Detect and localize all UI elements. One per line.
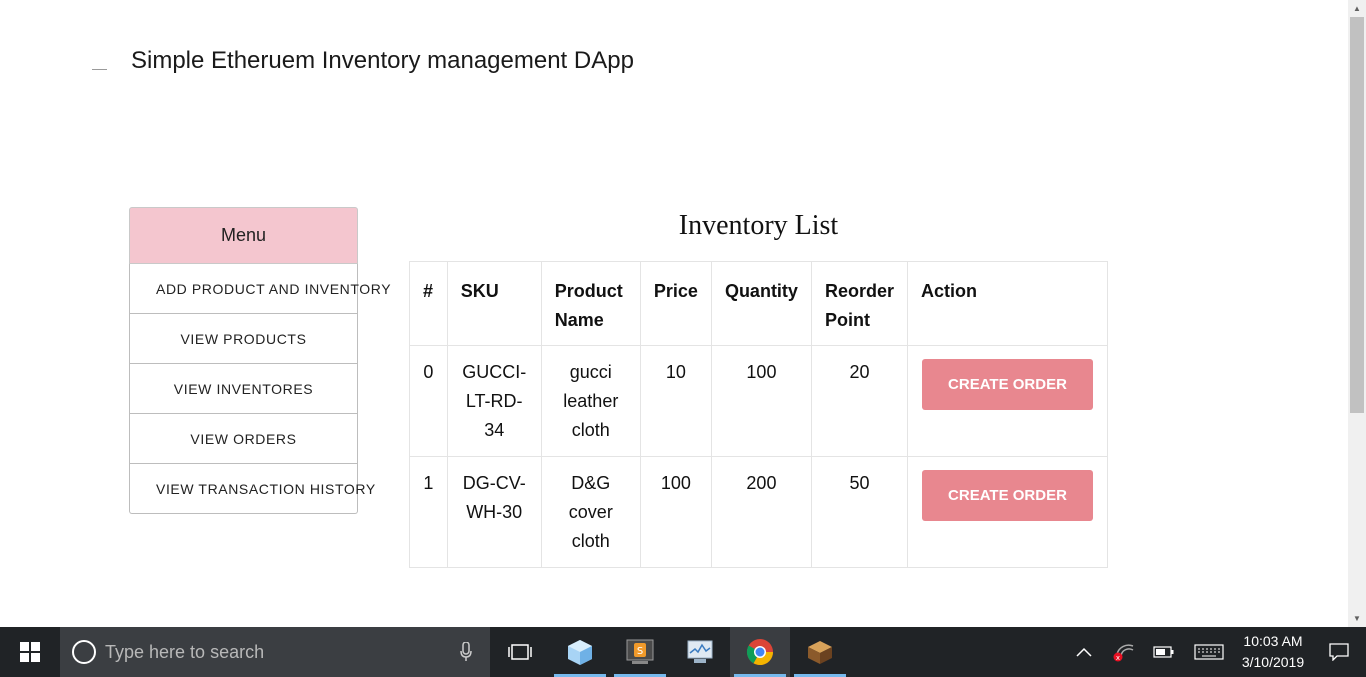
task-view-button[interactable] (490, 627, 550, 677)
cell-sku: GUCCI-LT-RD-34 (446, 345, 542, 457)
keyboard-icon (1194, 644, 1224, 660)
navbar-toggle-mark (92, 69, 107, 70)
cell-price: 10 (639, 345, 712, 457)
system-tray: x 10:03 AM 3/10/2019 (1064, 627, 1366, 677)
cell-reorder-point: 50 (810, 456, 908, 568)
column-header-index: # (409, 261, 448, 346)
taskbar-app-monitor[interactable] (670, 627, 730, 677)
sublime-text-icon: S (626, 639, 654, 664)
cell-sku: DG-CV-WH-30 (446, 456, 542, 568)
scroll-down-arrow-icon[interactable]: ▼ (1348, 610, 1366, 627)
cell-quantity: 100 (710, 345, 812, 457)
clock-date: 3/10/2019 (1241, 654, 1305, 670)
action-center-button[interactable] (1312, 627, 1366, 677)
column-header-product-name: Product Name (540, 261, 641, 346)
menu-header: Menu (129, 207, 358, 264)
cortana-circle-icon (72, 640, 96, 664)
scroll-up-arrow-icon[interactable]: ▲ (1348, 0, 1366, 17)
scroll-thumb[interactable] (1350, 17, 1364, 413)
battery-icon (1153, 646, 1174, 658)
menu-item-view-orders[interactable]: VIEW ORDERS (129, 414, 358, 464)
taskbar-app-3d-box[interactable] (550, 627, 610, 677)
menu-item-view-inventories[interactable]: VIEW INVENTORES (129, 364, 358, 414)
table-header-row: # SKU Product Name Price Quantity Reorde… (409, 261, 1109, 346)
menu-item-add-product[interactable]: ADD PRODUCT AND INVENTORY (129, 264, 391, 314)
menu-item-view-transaction-history[interactable]: VIEW TRANSACTION HISTORY (129, 464, 375, 514)
search-placeholder: Type here to search (105, 641, 265, 662)
clock-time: 10:03 AM (1243, 633, 1303, 649)
cell-quantity: 200 (710, 456, 812, 568)
app-title: Simple Etheruem Inventory management DAp… (131, 47, 634, 74)
cell-index: 1 (409, 456, 448, 568)
network-status-button[interactable]: x (1104, 627, 1144, 677)
chrome-icon (746, 639, 774, 666)
vertical-scrollbar[interactable]: ▲ ▼ (1348, 0, 1366, 627)
3d-box-app-icon (568, 640, 592, 665)
svg-text:S: S (637, 646, 643, 657)
cell-product-name: gucci leather cloth (540, 345, 641, 457)
taskbar-clock[interactable]: 10:03 AM 3/10/2019 (1234, 631, 1312, 673)
wifi-disconnected-icon: x (1113, 644, 1134, 662)
column-header-price: Price (639, 261, 712, 346)
microphone-icon[interactable] (460, 642, 472, 662)
column-header-action: Action (906, 261, 1109, 346)
svg-text:x: x (1116, 654, 1120, 662)
cell-action: CREATE ORDER (906, 345, 1109, 457)
side-menu: Menu ADD PRODUCT AND INVENTORY VIEW PROD… (129, 207, 391, 514)
column-header-sku: SKU (446, 261, 542, 346)
performance-monitor-icon (687, 640, 713, 663)
notification-icon (1329, 643, 1349, 661)
table-row: 0 GUCCI-LT-RD-34 gucci leather cloth 10 … (409, 345, 1109, 457)
windows-taskbar: Type here to search S x 10:03 AM 3/10/20… (0, 627, 1366, 677)
cell-reorder-point: 20 (810, 345, 908, 457)
taskbar-app-sublime[interactable]: S (610, 627, 670, 677)
cell-action: CREATE ORDER (906, 456, 1109, 568)
windows-logo-icon (20, 642, 40, 662)
table-row: 1 DG-CV-WH-30 D&G cover cloth 100 200 50… (409, 456, 1109, 568)
taskbar-app-minecraft[interactable] (790, 627, 850, 677)
taskbar-search-box[interactable]: Type here to search (60, 627, 490, 677)
taskbar-app-chrome[interactable] (730, 627, 790, 677)
create-order-button[interactable]: CREATE ORDER (921, 470, 1093, 521)
touch-keyboard-button[interactable] (1184, 627, 1234, 677)
show-hidden-icons-button[interactable] (1064, 627, 1104, 677)
cell-price: 100 (639, 456, 712, 568)
inventory-table: # SKU Product Name Price Quantity Reorde… (409, 261, 1109, 568)
start-button[interactable] (0, 627, 60, 677)
inventory-title: Inventory List (678, 210, 839, 241)
cell-index: 0 (409, 345, 448, 457)
menu-item-view-products[interactable]: VIEW PRODUCTS (129, 314, 358, 364)
minecraft-icon (808, 641, 832, 664)
browser-page: Simple Etheruem Inventory management DAp… (0, 0, 1348, 627)
column-header-reorder-point: Reorder Point (810, 261, 908, 346)
cell-product-name: D&G cover cloth (540, 456, 641, 568)
chevron-up-icon (1076, 647, 1092, 657)
task-view-icon (508, 644, 532, 660)
create-order-button[interactable]: CREATE ORDER (921, 359, 1093, 410)
column-header-quantity: Quantity (710, 261, 812, 346)
battery-button[interactable] (1144, 627, 1184, 677)
